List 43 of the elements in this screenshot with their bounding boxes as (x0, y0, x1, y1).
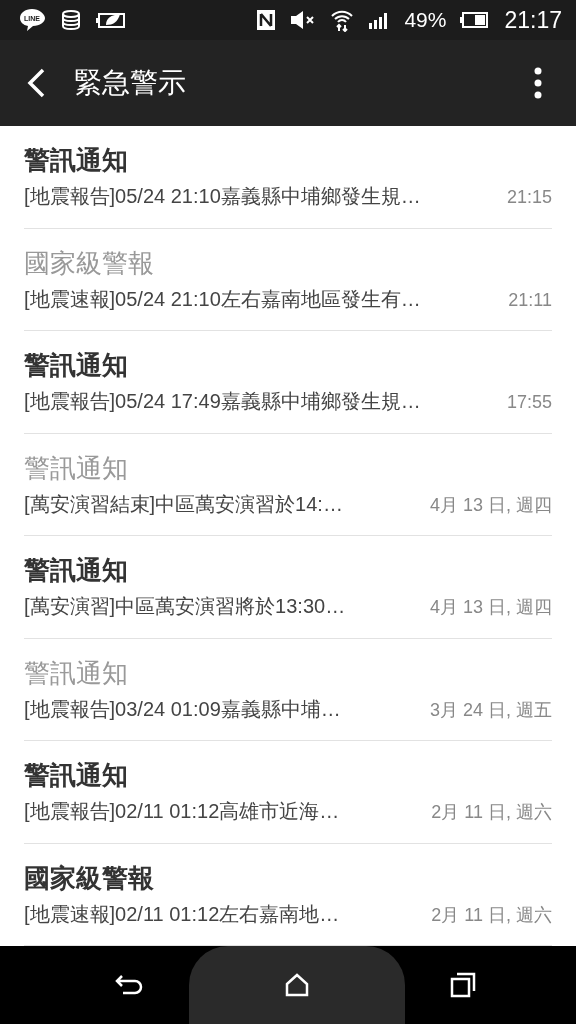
alert-time: 17:55 (506, 392, 552, 414)
alert-message: [地震速報]05/24 21:10左右嘉南地區發生有… (24, 286, 421, 312)
alert-title: 警訊通知 (24, 451, 129, 485)
battery-icon (460, 12, 489, 28)
alert-time: 21:15 (506, 187, 552, 209)
alert-item[interactable]: 警訊通知 [地震報告]02/11 01:12高雄市近海… 2月 11 日, 週六 (24, 741, 552, 844)
alert-time: 3月 24 日, 週五 (429, 698, 552, 722)
alert-time: 2月 11 日, 週六 (431, 801, 552, 825)
nfc-icon (256, 9, 277, 31)
screen-title: 緊急警示 (74, 65, 187, 101)
alert-message: [地震報告]03/24 01:09嘉義縣中埔… (24, 696, 341, 722)
alert-message: [萬安演習]中區萬安演習將於13:30… (24, 594, 346, 620)
alert-item[interactable]: 警訊通知 [萬安演習結束]中區萬安演習於14:… 4月 13 日, 週四 (24, 433, 552, 536)
alert-message: [地震報告]05/24 17:49嘉義縣中埔鄉發生規… (24, 389, 421, 415)
alert-item[interactable]: 國家級警報 [地震速報]05/24 21:10左右嘉南地區發生有… 21:11 (24, 228, 552, 331)
alert-message: [地震報告]05/24 21:10嘉義縣中埔鄉發生規… (24, 184, 421, 210)
wifi-icon (330, 8, 355, 32)
alert-title: 警訊通知 (24, 656, 129, 690)
alert-item[interactable]: 警訊通知 [地震報告]05/24 17:49嘉義縣中埔鄉發生規… 17:55 (24, 331, 552, 434)
recent-apps-icon[interactable] (450, 972, 476, 998)
alert-time: 2月 11 日, 週六 (431, 903, 552, 927)
alert-item[interactable]: 警訊通知 [萬安演習]中區萬安演習將於13:30… 4月 13 日, 週四 (24, 536, 552, 639)
alert-message: [地震報告]02/11 01:12高雄市近海… (24, 799, 340, 825)
alert-title: 國家級警報 (24, 861, 155, 895)
alert-title: 警訊通知 (24, 144, 129, 178)
alert-time: 4月 13 日, 週四 (429, 493, 552, 517)
battery-percent: 49% (404, 8, 447, 32)
alert-item[interactable]: 警訊通知 [地震報告]03/24 01:09嘉義縣中埔… 3月 24 日, 週五 (24, 638, 552, 741)
alert-time: 21:11 (508, 289, 552, 311)
home-icon[interactable] (284, 972, 310, 998)
database-icon (60, 9, 82, 31)
alert-title: 警訊通知 (24, 759, 129, 793)
battery-leaf-icon (96, 10, 126, 30)
overflow-menu-icon[interactable] (534, 67, 542, 99)
alert-title: 國家級警報 (24, 246, 155, 280)
alert-message: [萬安演習結束]中區萬安演習於14:… (24, 491, 343, 517)
alert-title: 警訊通知 (24, 554, 129, 588)
muted-speaker-icon (290, 10, 317, 30)
alert-title: 警訊通知 (24, 349, 129, 383)
clock: 21:17 (504, 6, 562, 34)
alert-time: 4月 13 日, 週四 (429, 596, 552, 620)
alert-item[interactable]: 警訊通知 [地震報告]05/24 21:10嘉義縣中埔鄉發生規… 21:15 (24, 126, 552, 229)
alert-message: [地震速報]02/11 01:12左右嘉南地… (24, 901, 340, 927)
